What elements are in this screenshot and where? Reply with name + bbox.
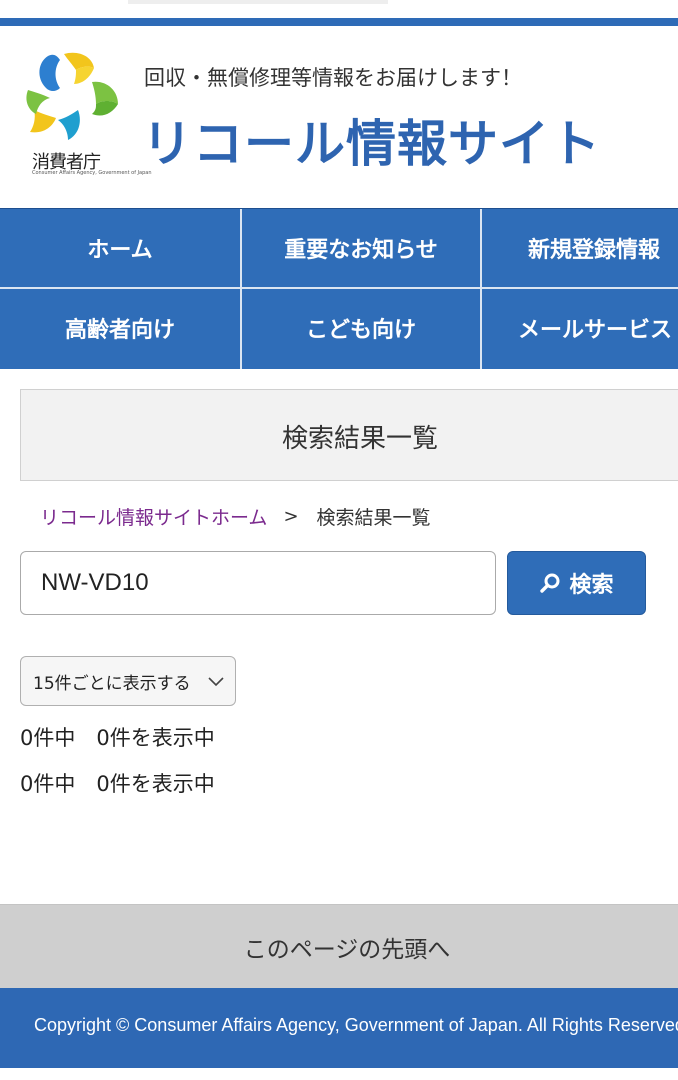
per-page-value: 15件ごとに表示する	[33, 673, 191, 694]
nav-divider	[0, 287, 678, 289]
top-strip	[0, 0, 678, 18]
back-to-top-button[interactable]: このページの先頭へ	[0, 904, 678, 989]
search-button[interactable]: 検索	[507, 551, 646, 615]
chevron-down-icon	[207, 673, 225, 692]
page-title: 検索結果一覧	[281, 423, 438, 454]
search-button-label: 検索	[569, 573, 614, 598]
nav-item-important-notices[interactable]: 重要なお知らせ	[242, 209, 480, 287]
nav-divider	[480, 209, 482, 369]
copyright-text: Copyright © Consumer Affairs Agency, Gov…	[34, 1015, 678, 1035]
main-nav: ホーム 重要なお知らせ 新規登録情報 高齢者向け こども向け メールサービス	[0, 208, 678, 369]
per-page-select[interactable]: 15件ごとに表示する	[20, 656, 236, 706]
back-to-top-label: このページの先頭へ	[243, 937, 451, 963]
nav-item-home[interactable]: ホーム	[0, 209, 240, 287]
page-heading-box: 検索結果一覧	[20, 389, 678, 481]
nav-item-children[interactable]: こども向け	[242, 289, 480, 367]
result-count-bottom: 0件中 0件を表示中	[20, 772, 215, 796]
result-count-top: 0件中 0件を表示中	[20, 726, 215, 750]
caa-logo[interactable]: 消費者庁 Consumer Affairs Agency, Government…	[20, 48, 152, 178]
footer: Copyright © Consumer Affairs Agency, Gov…	[0, 988, 678, 1068]
pinwheel-logo-icon	[26, 52, 118, 140]
nav-item-new-registrations[interactable]: 新規登録情報	[482, 209, 678, 287]
top-strip-shade	[128, 0, 388, 4]
breadcrumb: リコール情報サイトホーム > 検索結果一覧	[40, 503, 431, 530]
nav-divider	[240, 209, 242, 369]
logo-subcaption: Consumer Affairs Agency, Government of J…	[32, 170, 152, 176]
nav-item-elderly[interactable]: 高齢者向け	[0, 289, 240, 367]
breadcrumb-current: 検索結果一覧	[316, 507, 431, 529]
breadcrumb-separator: >	[283, 506, 299, 527]
top-accent-bar	[0, 18, 678, 26]
search-icon	[539, 572, 561, 594]
site-tagline: 回収・無償修理等情報をお届けします！	[144, 66, 522, 90]
site-title[interactable]: リコール情報サイト	[142, 104, 601, 176]
breadcrumb-home-link[interactable]: リコール情報サイトホーム	[40, 503, 267, 530]
search-input[interactable]	[20, 551, 496, 615]
bottom-strip	[0, 1068, 678, 1080]
nav-item-mail-service[interactable]: メールサービス	[482, 289, 678, 367]
